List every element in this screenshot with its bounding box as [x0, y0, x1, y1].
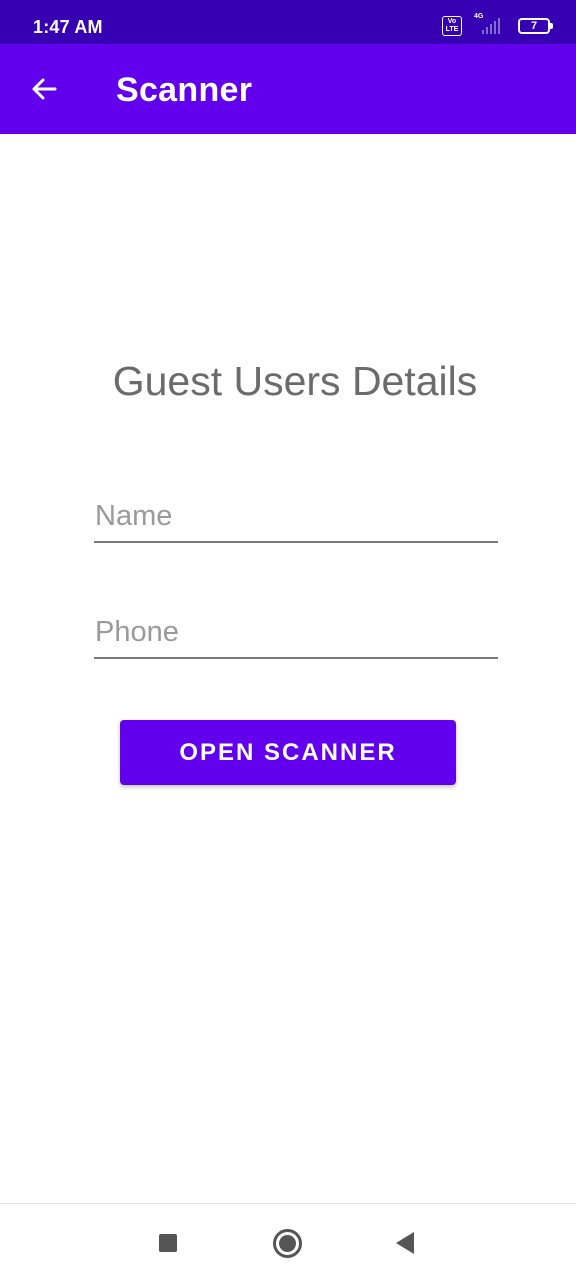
- volte-icon: Vo LTE: [442, 16, 462, 36]
- page-title: Scanner: [116, 71, 253, 109]
- battery-level: 7: [530, 20, 538, 32]
- status-bar: 1:47 AM Vo LTE 4G 7: [0, 0, 576, 44]
- square-recents-icon[interactable]: [159, 1234, 177, 1252]
- system-nav-bar: [0, 1203, 576, 1280]
- open-scanner-button[interactable]: OPEN SCANNER: [120, 720, 456, 785]
- phone-field[interactable]: [94, 613, 498, 659]
- circle-home-icon[interactable]: [273, 1229, 302, 1258]
- status-icons: Vo LTE 4G 7: [442, 13, 553, 38]
- triangle-back-icon[interactable]: [396, 1232, 414, 1254]
- volte-line2: LTE: [445, 26, 459, 33]
- signal-bars: [482, 18, 500, 34]
- volte-line1: Vo: [447, 18, 457, 25]
- app-bar: Scanner: [0, 44, 576, 134]
- name-field[interactable]: [94, 497, 498, 543]
- signal-icon: 4G: [472, 13, 506, 36]
- screen: 1:47 AM Vo LTE 4G 7 Scanner Guest Users …: [0, 0, 576, 1280]
- section-heading: Guest Users Details: [112, 358, 478, 404]
- arrow-back-icon[interactable]: [28, 73, 60, 105]
- battery-icon: 7: [518, 18, 553, 34]
- status-time: 1:47 AM: [33, 17, 103, 37]
